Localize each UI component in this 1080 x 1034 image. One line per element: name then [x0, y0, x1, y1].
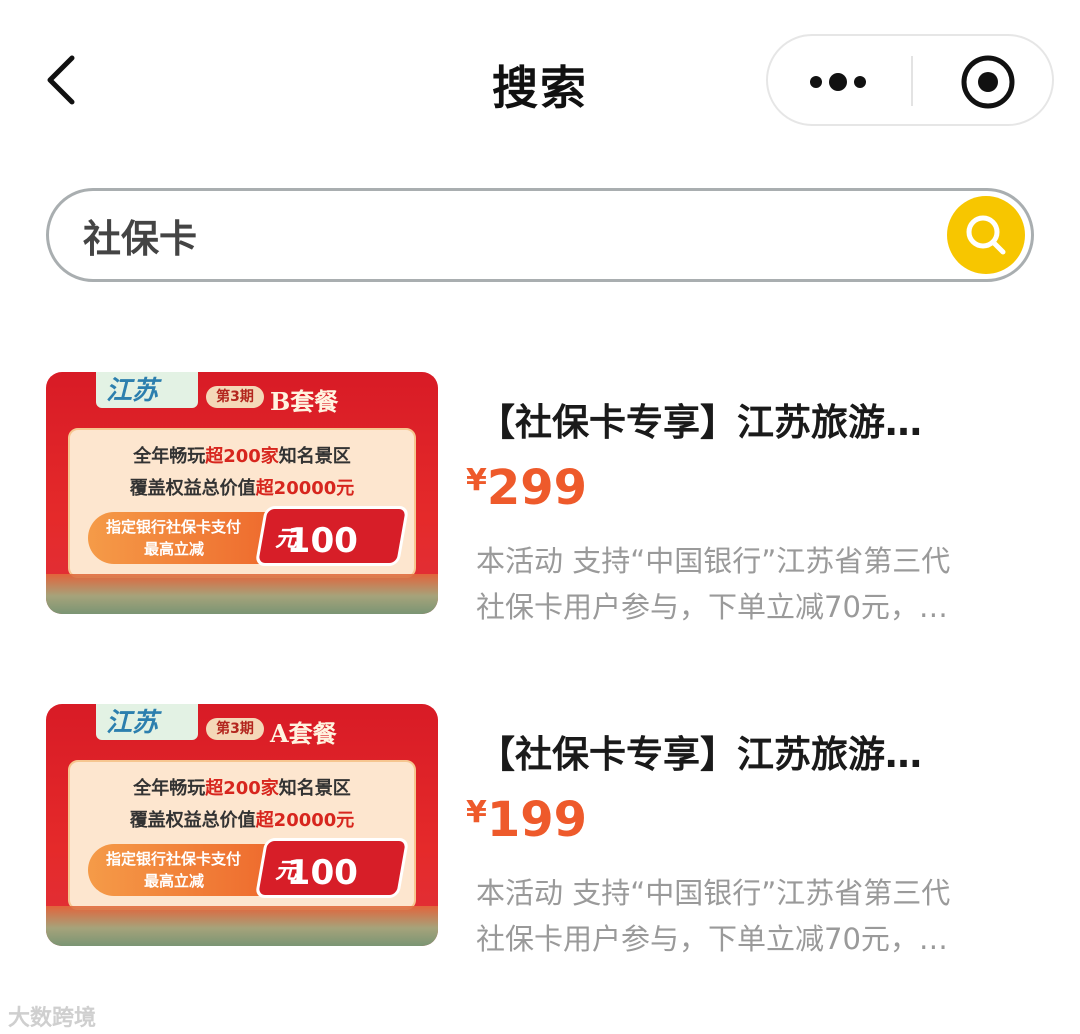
search-input[interactable] [83, 209, 903, 261]
nav-bar: 搜索 [0, 0, 1080, 160]
watermark: 大数跨境 [8, 1006, 97, 1031]
promo-line-1: 全年畅玩超200家知名景区 [133, 778, 351, 799]
discount-badge-text: 指定银行社保卡支付 最高立减 [88, 512, 274, 564]
product-price: ¥299 [466, 460, 588, 516]
issue-badge: 第3期 [206, 718, 264, 740]
product-price: ¥199 [466, 792, 588, 848]
result-item[interactable]: 江苏 第3期 A套餐 全年畅玩超200家知名景区 覆盖权益总价值超20000元 … [46, 704, 1046, 956]
search-bar [46, 188, 1034, 282]
product-thumbnail: 江苏 第3期 A套餐 全年畅玩超200家知名景区 覆盖权益总价值超20000元 … [46, 704, 438, 946]
discount-badge-text: 指定银行社保卡支付 最高立减 [88, 844, 274, 896]
product-desc-line-1: 本活动 支持“中国银行”江苏省第三代 [476, 876, 951, 910]
discount-amount-badge: 100 元 [254, 506, 410, 566]
scenery-decoration [46, 906, 438, 946]
product-title: 【社保卡专享】江苏旅游… [478, 401, 922, 444]
result-item[interactable]: 江苏 第3期 B套餐 全年畅玩超200家知名景区 覆盖权益总价值超20000元 … [46, 372, 1046, 624]
promo-line-2: 覆盖权益总价值超20000元 [129, 810, 355, 831]
more-dots-icon [810, 73, 866, 91]
product-title: 【社保卡专享】江苏旅游… [478, 733, 922, 776]
product-desc-line-2: 社保卡用户参与，下单立减70元，… [476, 590, 948, 624]
search-icon [966, 215, 1006, 255]
close-button[interactable] [912, 36, 1052, 124]
product-thumbnail: 江苏 第3期 B套餐 全年畅玩超200家知名景区 覆盖权益总价值超20000元 … [46, 372, 438, 614]
product-desc-line-1: 本活动 支持“中国银行”江苏省第三代 [476, 544, 951, 578]
promo-line-1: 全年畅玩超200家知名景区 [133, 446, 351, 467]
target-close-icon [961, 55, 1015, 109]
discount-amount-badge: 100 元 [254, 838, 410, 898]
promo-line-2: 覆盖权益总价值超20000元 [129, 478, 355, 499]
more-button[interactable] [768, 36, 912, 124]
package-label: A套餐 [270, 719, 337, 748]
issue-badge: 第3期 [206, 386, 264, 408]
search-button[interactable] [947, 196, 1025, 274]
product-desc-line-2: 社保卡用户参与，下单立减70元，… [476, 922, 948, 956]
jiangsu-logo: 江苏 [96, 372, 198, 408]
scenery-decoration [46, 574, 438, 614]
mini-program-capsule [766, 34, 1054, 126]
package-label: B套餐 [270, 387, 339, 416]
jiangsu-logo: 江苏 [96, 704, 198, 740]
